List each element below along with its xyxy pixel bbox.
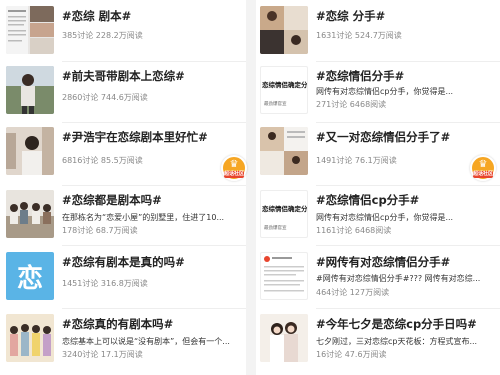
topic-title[interactable]: #又一对恋综情侣分手了# [316,129,450,145]
row-divider [62,245,246,246]
topic-title[interactable]: #今年七夕是恋综cp分手日吗# [316,316,477,332]
topic-stats: 464讨论 127万阅读 [316,288,390,297]
topic-stats: 2860讨论 744.6万阅读 [62,93,148,102]
row-divider [62,122,246,123]
topic-thumbnail: 恋综情侣确定分 最劲爆官宣 [260,66,308,114]
topic-row[interactable]: #恋综 分手# 1631讨论 524.7万阅读 [256,6,500,60]
topic-stats: 385讨论 228.2万阅读 [62,31,143,40]
row-divider [316,122,500,123]
supertopic-icon: ♛ [478,159,488,170]
topic-thumbnail [260,6,308,54]
topic-excerpt: #网传有对恋综情侣分手#??? 网传有对恋综... [316,274,481,283]
topic-row[interactable]: #尹浩宇在恋综剧本里好忙# 6816讨论 85.5万阅读 [2,127,246,181]
topic-excerpt: 网传有对恋综情侣cp分手，你觉得是... [316,213,454,222]
topic-stats: 271讨论 6468阅读 [316,100,387,109]
topic-title[interactable]: #尹浩宇在恋综剧本里好忙# [62,129,208,145]
topic-row[interactable]: #恋综都是剧本吗# 在那栋名为“恋爱小屋”的别墅里，住进了10... 178讨论… [2,190,246,244]
row-divider [316,308,500,309]
supertopic-badge-label: 超话社区 [473,171,494,178]
topic-thumbnail [6,127,54,175]
topic-row[interactable]: #恋综真的有剧本吗# 恋综基本上可以说是“没有剧本”，但会有一个... 3240… [2,314,246,368]
supertopic-badge[interactable]: ♛ 超话社区 [221,155,247,181]
topic-row[interactable]: #恋综 剧本# 385讨论 228.2万阅读 [2,6,246,60]
left-topic-list: #恋综 剧本# 385讨论 228.2万阅读 #前夫哥带剧本上恋综# 2860讨… [2,0,246,375]
topic-title[interactable]: #恋综都是剧本吗# [62,192,162,208]
supertopic-icon: ♛ [229,159,239,170]
topic-thumbnail [260,127,308,175]
topic-thumbnail [6,314,54,362]
topic-excerpt: 七夕刚过，三对恋综cp天花板：方程式宣布... [316,337,478,346]
column-divider [246,0,256,375]
topic-stats: 178讨论 68.7万阅读 [62,226,138,235]
topic-thumbnail [6,66,54,114]
topic-excerpt: 在那栋名为“恋爱小屋”的别墅里，住进了10... [62,213,225,222]
topic-row[interactable]: 恋综情侣确定分 最劲爆官宣 #恋综情侣cp分手# 网传有对恋综情侣cp分手，你觉… [256,190,500,244]
thumbnail-subcaption: 最劲爆官宣 [264,226,287,231]
topic-thumbnail [260,314,308,362]
thumbnail-glyph: 恋 [16,263,43,294]
row-divider [316,61,500,62]
topic-title[interactable]: #前夫哥带剧本上恋综# [62,68,185,84]
topic-row[interactable]: #网传有对恋综情侣分手# #网传有对恋综情侣分手#??? 网传有对恋综... 4… [256,252,500,306]
right-topic-list: #恋综 分手# 1631讨论 524.7万阅读 恋综情侣确定分 最劲爆官宣 #恋… [256,0,500,375]
topic-stats: 16讨论 47.6万阅读 [316,350,387,359]
topic-title[interactable]: #恋综情侣cp分手# [316,192,419,208]
supertopic-badge-label: 超话社区 [224,171,245,178]
topic-thumbnail [6,6,54,54]
thumbnail-caption: 恋综情侣确定分 [262,81,308,89]
row-divider [316,245,500,246]
topic-thumbnail: 恋综情侣确定分 最劲爆官宣 [260,190,308,238]
topic-row[interactable]: #又一对恋综情侣分手了# 1491讨论 76.1万阅读 [256,127,500,181]
topic-title[interactable]: #恋综情侣分手# [316,68,404,84]
topic-stats: 1491讨论 76.1万阅读 [316,156,397,165]
topic-thumbnail [6,190,54,238]
topic-title[interactable]: #恋综有剧本是真的吗# [62,254,185,270]
row-divider [62,308,246,309]
row-divider [62,61,246,62]
thumbnail-subcaption: 最劲爆官宣 [264,102,287,107]
topic-stats: 3240讨论 17.1万阅读 [62,350,143,359]
topic-title[interactable]: #恋综 剧本# [62,8,131,24]
row-divider [316,185,500,186]
topic-stats: 1451讨论 316.8万阅读 [62,279,148,288]
topic-thumbnail: 恋 [6,252,54,300]
topic-row[interactable]: #今年七夕是恋综cp分手日吗# 七夕刚过，三对恋综cp天花板：方程式宣布... … [256,314,500,368]
topic-row[interactable]: 恋综情侣确定分 最劲爆官宣 #恋综情侣分手# 网传有对恋综情侣cp分手，你觉得是… [256,66,500,120]
topic-stats: 1631讨论 524.7万阅读 [316,31,402,40]
topic-title[interactable]: #恋综 分手# [316,8,385,24]
thumbnail-caption: 恋综情侣确定分 [262,205,308,213]
topic-stats: 6816讨论 85.5万阅读 [62,156,143,165]
topic-row[interactable]: #前夫哥带剧本上恋综# 2860讨论 744.6万阅读 [2,66,246,120]
topic-excerpt: 恋综基本上可以说是“没有剧本”，但会有一个... [62,337,230,346]
topic-thumbnail [260,252,308,300]
row-divider [62,185,246,186]
topic-row[interactable]: 恋 #恋综有剧本是真的吗# 1451讨论 316.8万阅读 [2,252,246,306]
supertopic-badge[interactable]: ♛ 超话社区 [470,155,496,181]
topic-title[interactable]: #恋综真的有剧本吗# [62,316,173,332]
topic-stats: 1161讨论 6468阅读 [316,226,392,235]
topic-title[interactable]: #网传有对恋综情侣分手# [316,254,450,270]
topic-excerpt: 网传有对恋综情侣cp分手，你觉得是... [316,87,454,96]
